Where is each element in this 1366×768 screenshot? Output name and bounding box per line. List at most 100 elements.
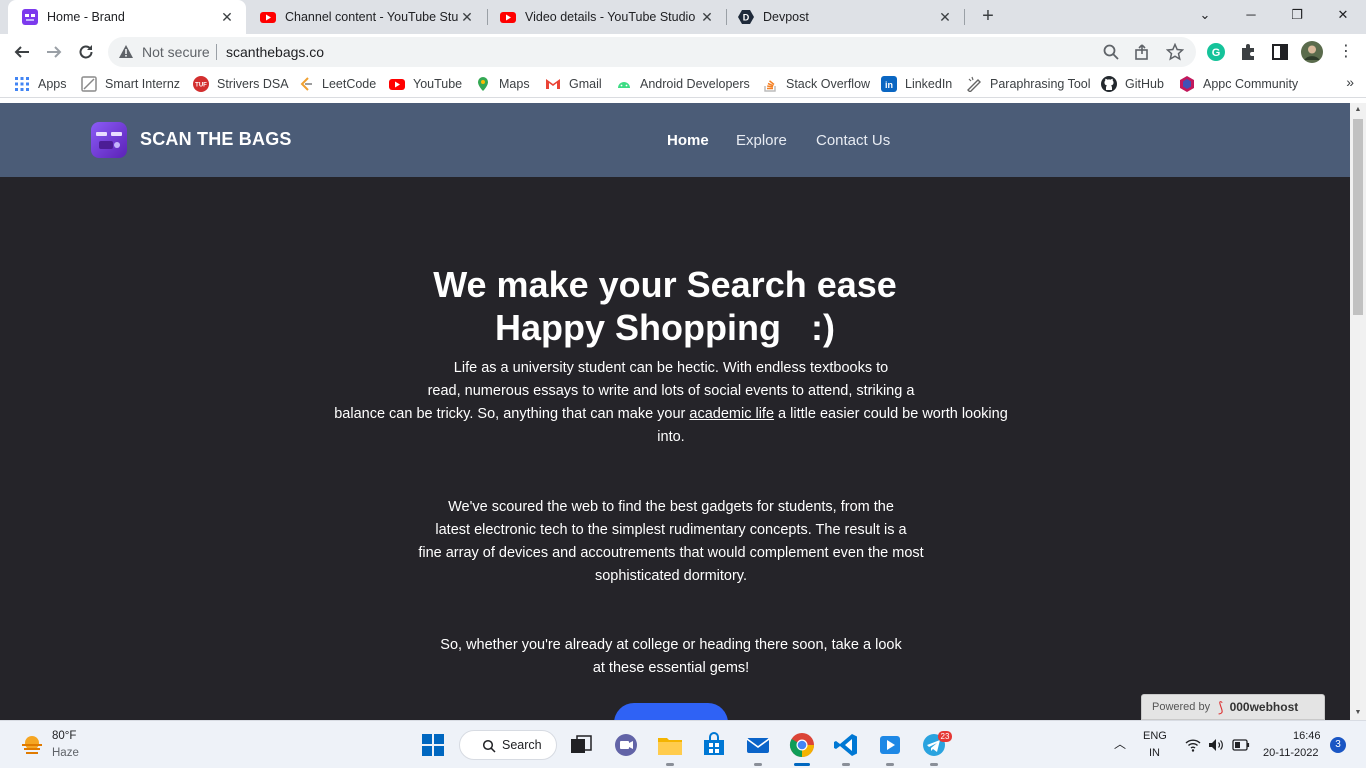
bookmark-appc-community[interactable]: Appc Community [1179,75,1298,93]
side-panel-icon[interactable] [1270,42,1290,62]
address-bar[interactable]: Not secure scanthebags.co [108,37,1196,67]
tab-close-icon[interactable]: ✕ [936,9,954,26]
tab-video-details[interactable]: Video details - YouTube Studio ✕ [486,0,726,34]
academic-life-link[interactable]: academic life [689,406,774,422]
search-label: Search [502,738,542,752]
tray-chevron-icon[interactable]: ︿ [1114,735,1126,752]
media-player-icon[interactable] [876,731,904,759]
wifi-icon[interactable] [1185,738,1201,752]
tab-close-icon[interactable]: ✕ [458,9,476,26]
close-window-button[interactable]: ✕ [1320,0,1366,30]
brand-logo-icon[interactable] [91,122,127,158]
gmail-icon [546,79,560,89]
brand-favicon-icon [22,9,38,25]
security-status[interactable]: Not secure [142,44,210,60]
nav-explore-link[interactable]: Explore [736,132,787,149]
bookmark-paraphrasing-tool[interactable]: Paraphrasing Tool [966,75,1091,93]
clock-time[interactable]: 16:46 [1293,730,1321,742]
mail-icon[interactable] [744,731,772,759]
forward-arrow-icon [47,46,62,58]
tab-close-icon[interactable]: ✕ [698,9,716,26]
bookmark-github[interactable]: GitHub [1101,75,1164,93]
temperature[interactable]: 80°F [52,730,76,742]
weather-condition[interactable]: Haze [52,747,79,759]
vscode-icon[interactable] [832,731,860,759]
para-line: read, numerous essays to write and lots … [427,383,915,399]
notification-count-badge[interactable]: 3 [1330,737,1346,753]
share-icon[interactable] [1134,43,1152,61]
github-icon [1101,76,1117,92]
tab-search-icon[interactable]: ⌄ [1182,0,1228,30]
file-explorer-icon[interactable] [656,731,684,759]
battery-icon[interactable] [1232,739,1250,751]
bookmark-label: Smart Internz [105,77,181,91]
back-button[interactable] [10,40,34,64]
bookmark-youtube[interactable]: YouTube [389,75,462,93]
forward-button[interactable] [42,40,66,64]
devpost-favicon-icon: D [738,10,754,24]
strivers-icon: TUF [193,76,209,92]
task-view-icon[interactable] [567,731,595,759]
region-indicator[interactable]: IN [1149,747,1160,759]
para-text: a little easier could be worth looking [774,406,1008,422]
bookmark-smart-internz[interactable]: Smart Internz [81,75,180,93]
svg-text:G: G [1212,47,1221,59]
youtube-icon [389,79,405,90]
microsoft-store-icon[interactable] [700,731,728,759]
bookmark-label: Apps [38,77,67,91]
nav-home-link[interactable]: Home [667,132,709,149]
bookmark-label: Appc Community [1203,77,1299,91]
hero-line-1: We make your Search ease [433,264,897,305]
tab-devpost[interactable]: D Devpost ✕ [724,0,964,34]
more-menu-icon[interactable]: ⋮ [1336,42,1356,62]
minimize-button[interactable]: ─ [1228,0,1274,30]
bookmark-leetcode[interactable]: LeetCode [298,75,376,93]
volume-icon[interactable] [1208,738,1224,752]
new-tab-button[interactable]: + [976,4,1000,28]
page-scrollbar[interactable]: ▲ ▼ [1350,103,1366,720]
bookmark-android-developers[interactable]: Android Developers [616,75,750,93]
profile-avatar[interactable] [1301,41,1323,63]
bookmark-apps[interactable]: Apps [14,75,67,93]
bookmark-star-icon[interactable] [1166,43,1184,61]
back-arrow-icon [14,46,29,58]
extensions-puzzle-icon[interactable] [1238,42,1258,62]
tab-channel-content[interactable]: Channel content - YouTube Studio ✕ [246,0,486,34]
tab-home-brand[interactable]: Home - Brand ✕ [8,0,246,34]
powered-by-badge[interactable]: Powered by ⟆ 000webhost [1141,694,1325,720]
taskbar-search[interactable]: Search [459,730,557,760]
bookmark-label: LeetCode [322,77,377,91]
tab-close-icon[interactable]: ✕ [218,9,236,26]
restore-button[interactable]: ❐ [1274,0,1320,30]
url-text[interactable]: scanthebags.co [226,44,324,60]
chrome-icon[interactable] [788,731,816,759]
clock-date[interactable]: 20-11-2022 [1263,747,1318,759]
bookmark-linkedin[interactable]: in LinkedIn [881,75,952,93]
appc-icon [1180,76,1194,92]
reload-button[interactable] [74,40,98,64]
bookmark-strivers-dsa[interactable]: TUF Strivers DSA [193,75,289,93]
bookmarks-overflow-icon[interactable]: » [1346,74,1354,90]
brand-name[interactable]: SCAN THE BAGS [140,129,292,150]
bookmark-gmail[interactable]: Gmail [545,75,602,93]
nav-contact-link[interactable]: Contact Us [816,132,890,149]
tab-strip: Home - Brand ✕ Channel content - YouTube… [0,0,1366,34]
intro-paragraph: Life as a university student can be hect… [0,357,1342,449]
bookmark-stack-overflow[interactable]: Stack Overflow [762,75,870,93]
leetcode-icon [300,77,312,91]
bookmark-label: Gmail [569,77,602,91]
cta-button[interactable] [614,703,728,720]
windows-start-icon[interactable] [419,731,447,759]
svg-text:D: D [743,13,750,23]
teams-chat-icon[interactable] [612,731,640,759]
paraphrase-icon [967,76,981,92]
scroll-down-icon[interactable]: ▼ [1350,706,1366,720]
bookmark-maps[interactable]: Maps [475,75,530,93]
scroll-up-icon[interactable]: ▲ [1350,103,1366,117]
language-indicator[interactable]: ENG [1143,730,1167,742]
zoom-search-icon[interactable] [1102,43,1120,61]
haze-weather-icon[interactable] [20,733,44,757]
grammarly-icon[interactable]: G [1206,42,1226,62]
scrollbar-thumb[interactable] [1353,119,1363,315]
para-line: into. [657,429,685,445]
